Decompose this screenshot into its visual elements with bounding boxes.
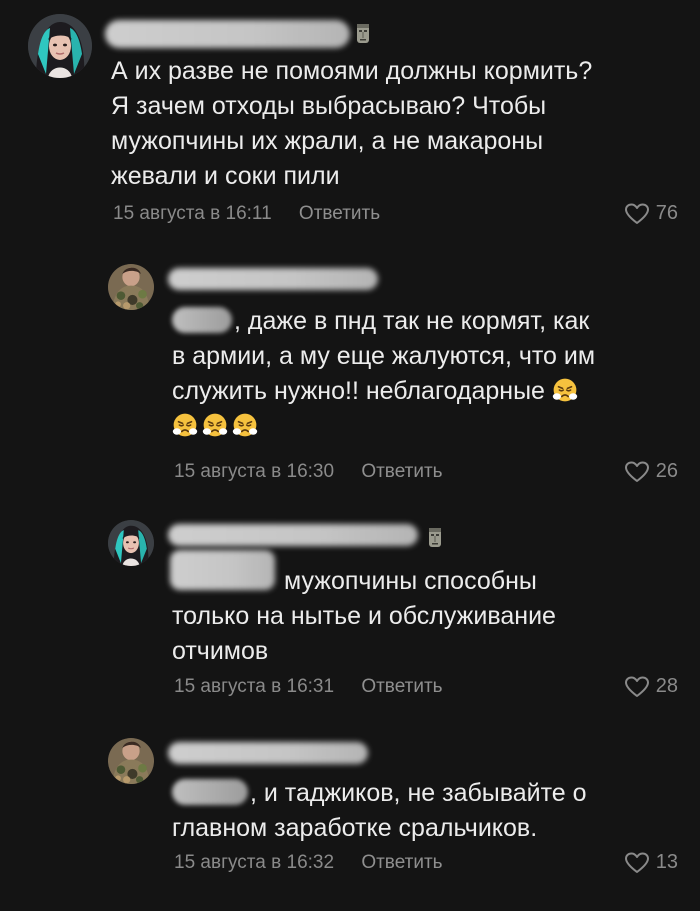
reply-button[interactable]: Ответить [299,203,380,224]
comment-text: А их разве не помоями должны кормить? Я … [111,54,592,194]
comment-date: 15 августа в 16:11 [113,203,272,224]
avatar[interactable] [108,264,154,310]
face-with-steam-from-nose-emoji [202,412,228,438]
face-with-steam-from-nose-emoji [172,412,198,438]
avatar-girl-teal-hair-icon [108,520,154,566]
comment-date: 15 августа в 16:31 [174,676,335,697]
comment-text-line: мужопчины их жрали, а не макароны [111,127,544,155]
heart-icon [624,852,650,874]
comment-date: 15 августа в 16:30 [174,461,335,482]
comment: мужопчины способны только на нытье и обс… [0,510,700,720]
like-button[interactable]: 26 [624,460,678,483]
author-name-redacted[interactable] [168,268,378,290]
avatar[interactable] [28,14,92,78]
comment-text-fragment: , и таджиков, не забывайте о [250,779,587,807]
like-count: 28 [655,675,678,697]
moai-icon [428,526,442,548]
reply-button[interactable]: Ответить [361,676,442,697]
reply-button[interactable]: Ответить [361,461,442,482]
like-count: 26 [655,460,678,482]
comment: А их разве не помоями должны кормить? Я … [0,0,700,240]
moai-icon [356,22,370,44]
heart-icon [624,676,650,698]
heart-icon [624,461,650,483]
avatar[interactable] [108,738,154,784]
like-button[interactable]: 28 [624,675,678,698]
author-name-redacted[interactable] [168,742,368,764]
comment-text-fragment: , даже в пнд так не кормят, как [234,307,590,335]
comment-text-line: только на нытье и обслуживание [172,602,556,630]
author-name-redacted[interactable] [168,524,418,546]
comment-text-line: мужопчины способны [172,564,556,599]
comment: , и таджиков, не забывайте о главном зар… [0,728,700,911]
avatar-girl-teal-hair-icon [28,14,92,78]
mention-redacted[interactable] [172,779,248,805]
comment-meta: 15 августа в 16:31 Ответить [174,676,443,698]
like-count: 76 [655,202,678,224]
comment-text-line: , даже в пнд так не кормят, как [172,304,595,339]
comment-text-line: в армии, а му еще жалуются, что им [172,342,596,370]
reply-button[interactable]: Ответить [361,852,442,873]
author-name-redacted[interactable] [105,20,350,48]
emoji-row [172,409,595,444]
comment-text: , и таджиков, не забывайте о главном зар… [172,776,587,846]
comment-text-line: А их разве не помоями должны кормить? [111,57,593,85]
comment-text-line: отчимов [172,637,269,665]
face-with-steam-from-nose-emoji [232,412,258,438]
mention-redacted[interactable] [172,307,232,333]
comment-text-line: служить нужно!! неблагодарные [172,374,595,409]
comment-text-line: , и таджиков, не забывайте о [172,776,587,811]
like-button[interactable]: 13 [624,851,678,874]
comment-meta: 15 августа в 16:32 Ответить [174,852,443,874]
face-with-steam-from-nose-emoji [552,377,578,403]
avatar-camouflage-icon [108,264,154,310]
like-count: 13 [655,851,678,873]
comment-text-fragment: мужопчины способны [284,567,537,595]
comment: , даже в пнд так не кормят, как в армии,… [0,250,700,500]
avatar[interactable] [108,520,154,566]
comment-text-line: главном заработке сральчиков. [172,814,538,842]
comment-text-fragment: служить нужно!! неблагодарные [172,377,545,405]
avatar-camouflage-icon [108,738,154,784]
comment-meta: 15 августа в 16:30 Ответить [174,461,443,483]
comment-text: , даже в пнд так не кормят, как в армии,… [172,304,595,444]
comment-text-line: жевали и соки пили [111,162,340,190]
comment-text-line: Я зачем отходы выбрасываю? Чтобы [111,92,547,120]
comment-text: мужопчины способны только на нытье и обс… [172,564,556,669]
comment-date: 15 августа в 16:32 [174,852,335,873]
comment-meta: 15 августа в 16:11 Ответить [113,203,380,225]
heart-icon [624,203,650,225]
like-button[interactable]: 76 [624,202,678,225]
